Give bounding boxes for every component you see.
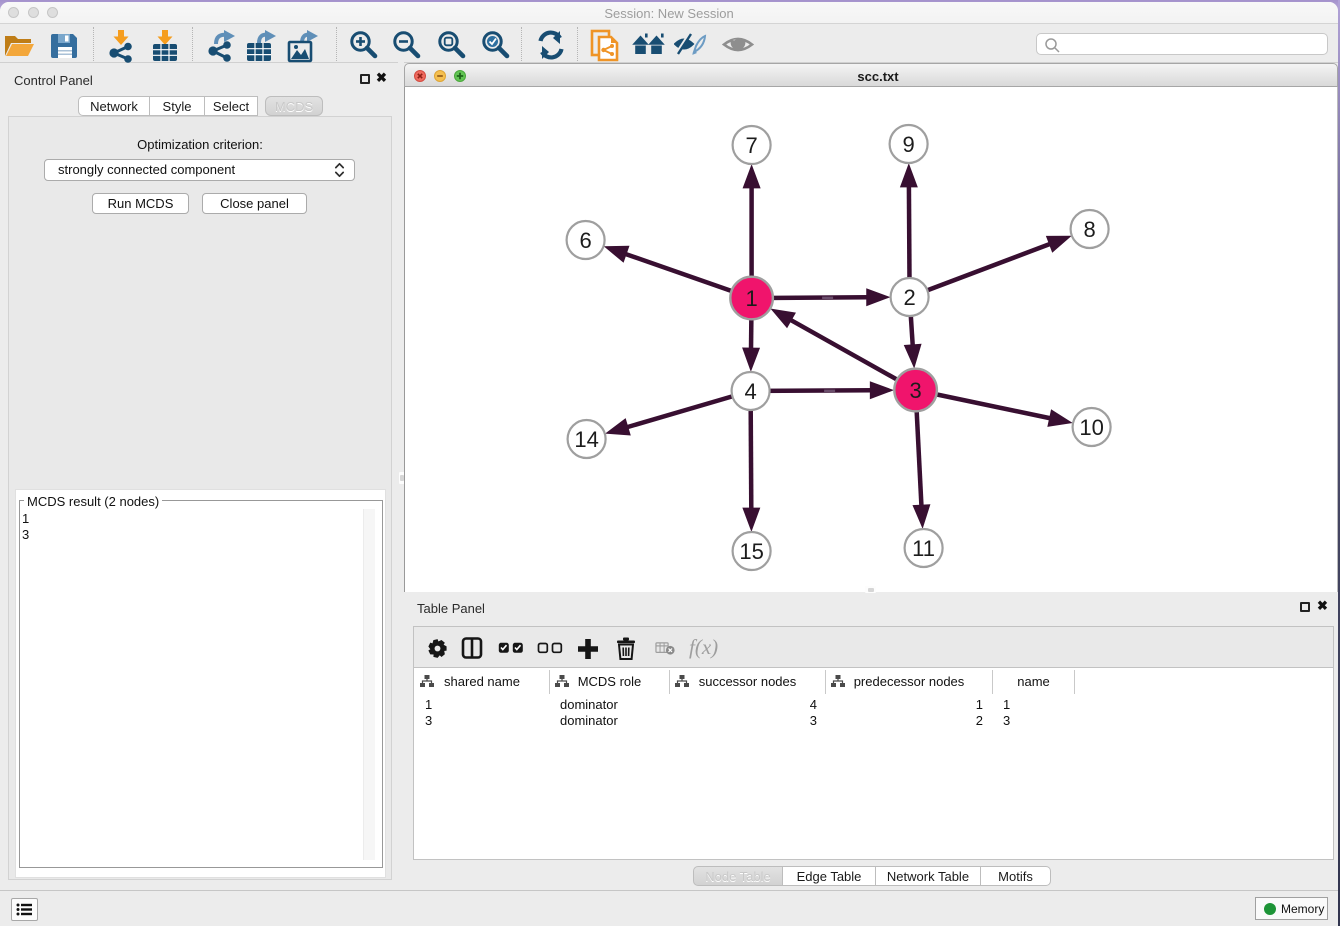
svg-text:4: 4 — [744, 379, 756, 404]
svg-text:15: 15 — [739, 539, 763, 564]
svg-text:9: 9 — [902, 132, 914, 157]
svg-text:3: 3 — [909, 378, 921, 403]
svg-text:10: 10 — [1079, 415, 1103, 440]
svg-text:1: 1 — [745, 286, 757, 311]
svg-text:14: 14 — [574, 427, 598, 452]
svg-text:11: 11 — [912, 536, 935, 561]
svg-text:7: 7 — [745, 133, 757, 158]
svg-text:2: 2 — [903, 285, 915, 310]
svg-text:6: 6 — [579, 228, 591, 253]
svg-text:8: 8 — [1083, 217, 1095, 242]
